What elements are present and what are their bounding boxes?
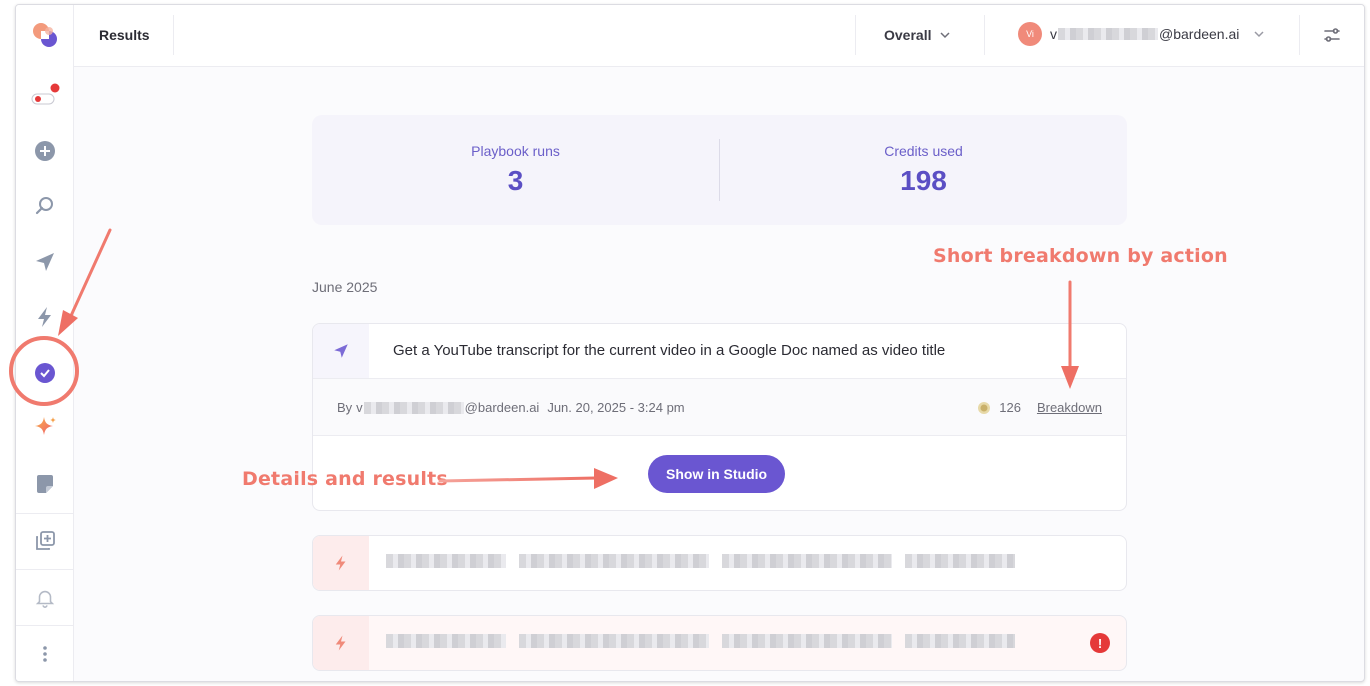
highlight-circle bbox=[9, 336, 79, 406]
annotation-arrows bbox=[9, 228, 1079, 489]
arrow-sidebar bbox=[68, 228, 112, 320]
arrow-studio bbox=[438, 476, 598, 483]
